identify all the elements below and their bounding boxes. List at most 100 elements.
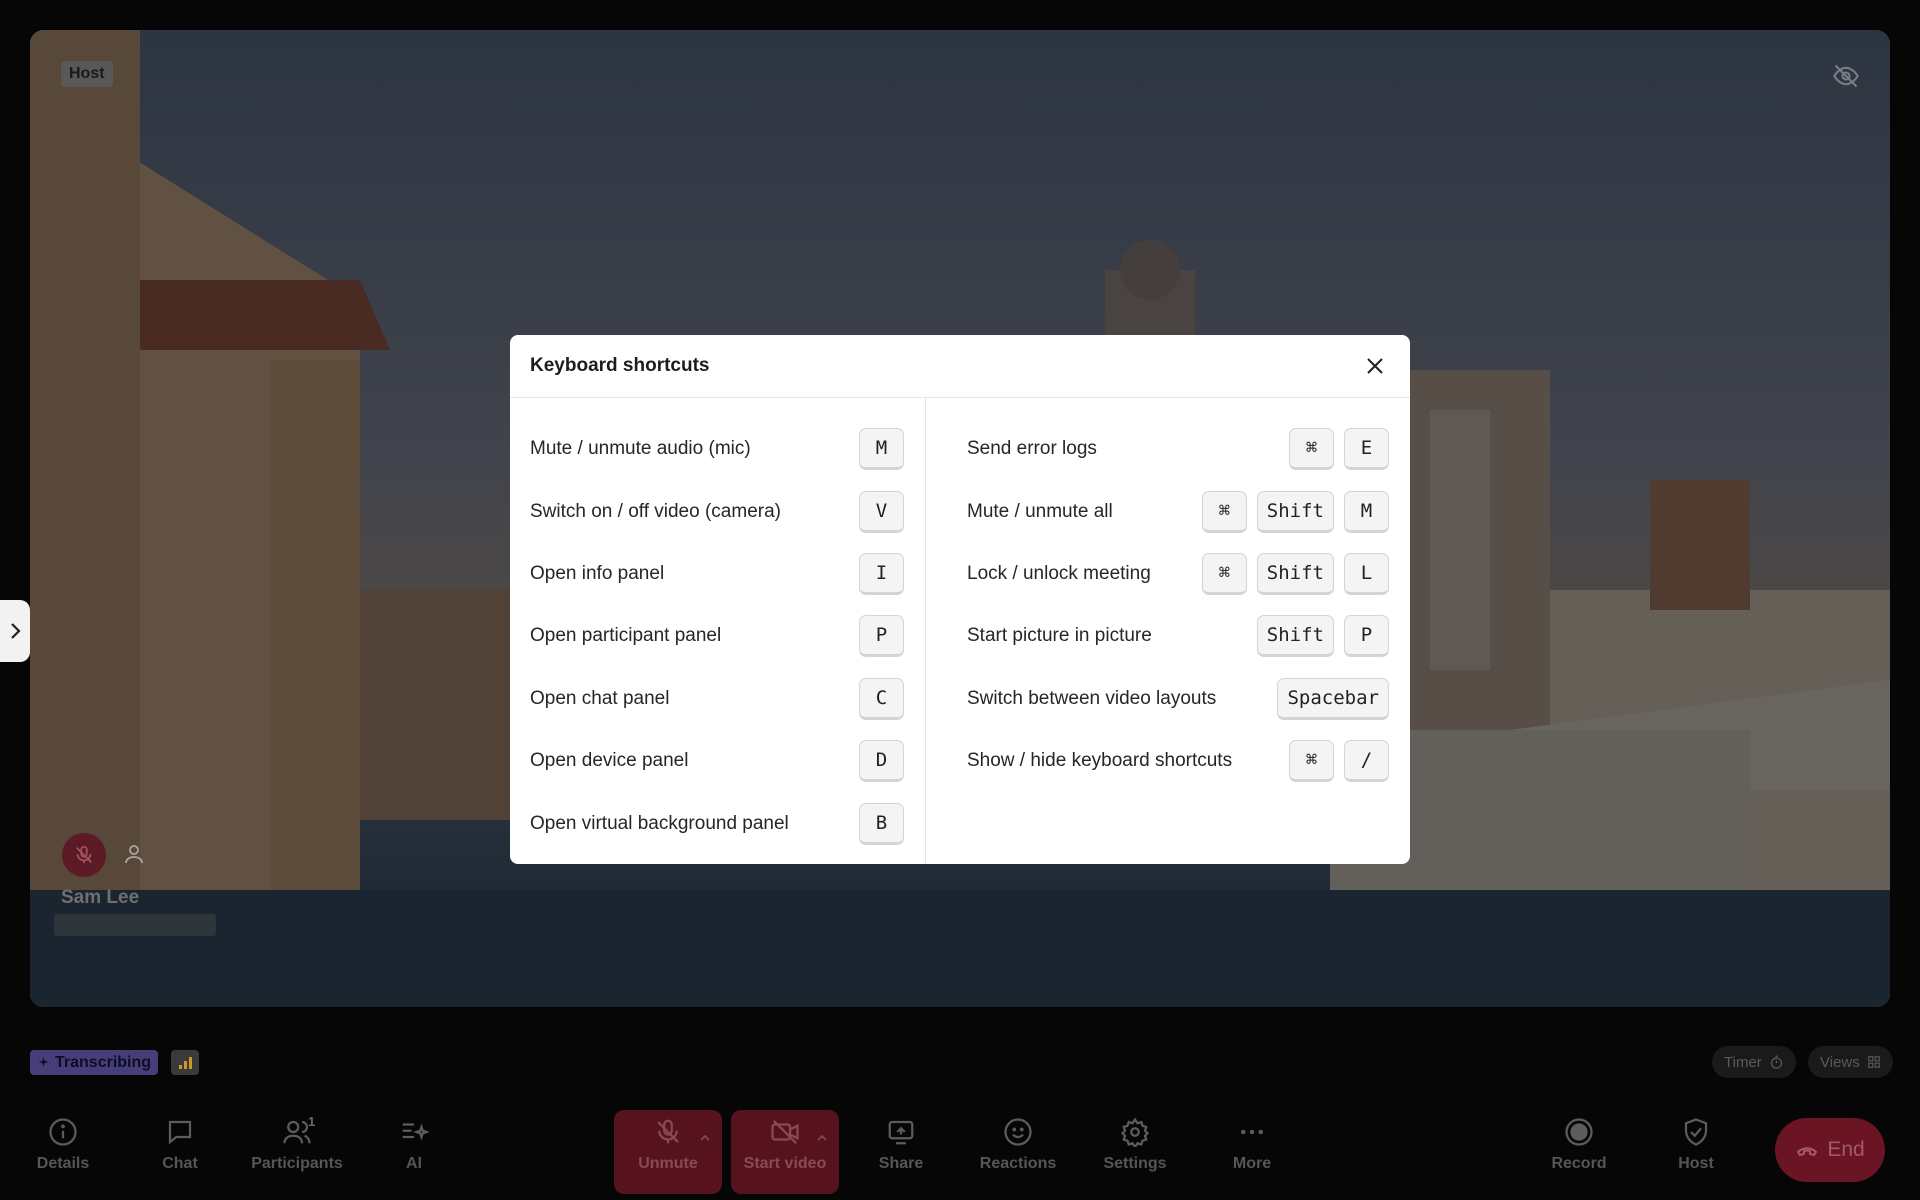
gear-icon	[1120, 1117, 1150, 1147]
reactions-button[interactable]: Reactions	[971, 1110, 1065, 1194]
key-cap: B	[859, 802, 904, 845]
shortcut-label: Lock / unlock meeting	[967, 562, 1151, 584]
settings-button[interactable]: Settings	[1088, 1110, 1182, 1194]
participant-name: Sam Lee	[61, 887, 140, 908]
record-button[interactable]: Record	[1532, 1110, 1626, 1194]
record-label: Record	[1551, 1155, 1607, 1172]
shortcut-label: Open virtual background panel	[530, 812, 789, 834]
shortcut-label: Switch on / off video (camera)	[530, 500, 781, 522]
shortcut-row: Open info panel I	[530, 543, 904, 605]
shortcut-keys: I	[859, 552, 904, 595]
timer-label: Timer	[1724, 1053, 1762, 1071]
transcribing-badge[interactable]: Transcribing	[30, 1050, 159, 1075]
shortcuts-left-column: Mute / unmute audio (mic) M Switch on / of…	[510, 398, 926, 864]
shortcut-row: Show / hide keyboard shortcuts ⌘ /	[967, 730, 1389, 792]
key-cap: M	[859, 428, 904, 471]
key-cap: D	[859, 740, 904, 783]
key-cap: C	[859, 677, 904, 720]
shortcuts-right-column: Send error logs ⌘ E Mute / unmute all ⌘ Shift…	[926, 398, 1410, 864]
keyboard-shortcuts-modal: Keyboard shortcuts Mute / unmute audio (…	[510, 335, 1410, 864]
ellipsis-icon	[1241, 1129, 1263, 1135]
mic-off-icon	[657, 1119, 679, 1144]
ai-button[interactable]: AI	[367, 1110, 461, 1194]
shortcut-label: Open info panel	[530, 562, 665, 584]
participants-label: Participants	[251, 1155, 343, 1172]
shortcut-keys: ⌘ Shift M	[1201, 490, 1389, 533]
shortcut-keys: ⌘ Shift L	[1201, 552, 1389, 595]
start-video-button[interactable]: Start video	[731, 1110, 839, 1194]
smiley-icon	[1004, 1118, 1032, 1146]
shortcut-label: Start picture in picture	[967, 625, 1152, 647]
chevron-up-icon[interactable]	[817, 1134, 827, 1142]
key-cap: Spacebar	[1277, 677, 1389, 720]
hide-self-view-icon[interactable]	[1832, 62, 1860, 90]
shortcut-label: Show / hide keyboard shortcuts	[967, 750, 1233, 772]
shortcut-row: Switch between video layouts Spacebar	[967, 668, 1389, 730]
key-cap: ⌘	[1201, 552, 1247, 595]
unmute-label: Unmute	[638, 1155, 698, 1172]
shortcut-keys: Spacebar	[1277, 677, 1389, 720]
ai-sparkle-list-icon	[402, 1123, 429, 1141]
participant-muted-icon	[62, 833, 106, 877]
key-cap: Shift	[1256, 615, 1334, 658]
details-button[interactable]: Details	[16, 1110, 110, 1194]
modal-header: Keyboard shortcuts	[510, 335, 1410, 398]
shortcut-row: Open chat panel C	[530, 668, 904, 730]
share-label: Share	[878, 1155, 924, 1172]
phone-hangup-icon	[1797, 1147, 1818, 1157]
key-cap: /	[1344, 740, 1389, 783]
details-label: Details	[36, 1155, 90, 1172]
host-tag: Host	[61, 61, 113, 87]
shortcut-keys: M	[859, 428, 904, 471]
modal-body: Mute / unmute audio (mic) M Switch on / of…	[510, 398, 1410, 864]
connection-quality-icon[interactable]	[171, 1050, 199, 1075]
participant-name-bar	[54, 914, 216, 936]
views-button[interactable]: Views	[1808, 1046, 1893, 1078]
shortcut-label: Open participant panel	[530, 625, 722, 647]
timer-button[interactable]: Timer	[1712, 1046, 1796, 1078]
key-cap: P	[1344, 615, 1389, 658]
video-off-icon	[771, 1119, 799, 1145]
shortcut-row: Mute / unmute audio (mic) M	[530, 418, 904, 480]
shortcut-row: Mute / unmute all ⌘ Shift M	[967, 480, 1389, 542]
shortcut-keys: C	[859, 677, 904, 720]
key-cap: Shift	[1256, 552, 1334, 595]
end-call-button[interactable]: End	[1775, 1118, 1885, 1182]
shortcut-label: Mute / unmute all	[967, 500, 1113, 522]
chevron-up-icon[interactable]	[700, 1134, 710, 1142]
shortcut-row: Open participant panel P	[530, 605, 904, 667]
shortcut-label: Switch between video layouts	[967, 687, 1217, 709]
shortcut-keys: P	[859, 615, 904, 658]
host-label: Host	[1678, 1155, 1714, 1172]
host-button[interactable]: Host	[1649, 1110, 1743, 1194]
key-cap: Shift	[1256, 490, 1334, 533]
meeting-app: Host Sam Lee Keyboard shortcuts Mute / u…	[0, 0, 1920, 1200]
shortcut-label: Open device panel	[530, 750, 689, 772]
shortcut-keys: D	[859, 740, 904, 783]
shortcut-row: Send error logs ⌘ E	[967, 418, 1389, 480]
shortcut-keys: B	[859, 802, 904, 845]
shortcut-keys: ⌘ E	[1289, 428, 1389, 471]
end-label: End	[1827, 1138, 1865, 1161]
shortcut-keys: V	[859, 490, 904, 533]
sparkle-icon	[38, 1057, 49, 1067]
shortcut-label: Send error logs	[967, 438, 1097, 460]
unmute-button[interactable]: Unmute	[614, 1110, 722, 1194]
key-cap: ⌘	[1201, 490, 1247, 533]
shortcut-row: Open virtual background panel B	[530, 792, 904, 854]
share-button[interactable]: Share	[854, 1110, 948, 1194]
chat-button[interactable]: Chat	[133, 1110, 227, 1194]
share-screen-icon	[888, 1120, 914, 1145]
more-button[interactable]: More	[1205, 1110, 1299, 1194]
chat-label: Chat	[162, 1155, 198, 1172]
views-label: Views	[1820, 1053, 1860, 1071]
participants-button[interactable]: 1 Participants	[250, 1110, 344, 1194]
shortcut-row: Lock / unlock meeting ⌘ Shift L	[967, 543, 1389, 605]
key-cap: I	[859, 552, 904, 595]
shortcut-row: Open device panel D	[530, 730, 904, 792]
settings-label: Settings	[1103, 1155, 1167, 1172]
close-icon	[1367, 358, 1383, 374]
key-cap: M	[1344, 490, 1389, 533]
close-button[interactable]	[1360, 351, 1390, 381]
sidebar-toggle-button[interactable]	[0, 600, 30, 662]
